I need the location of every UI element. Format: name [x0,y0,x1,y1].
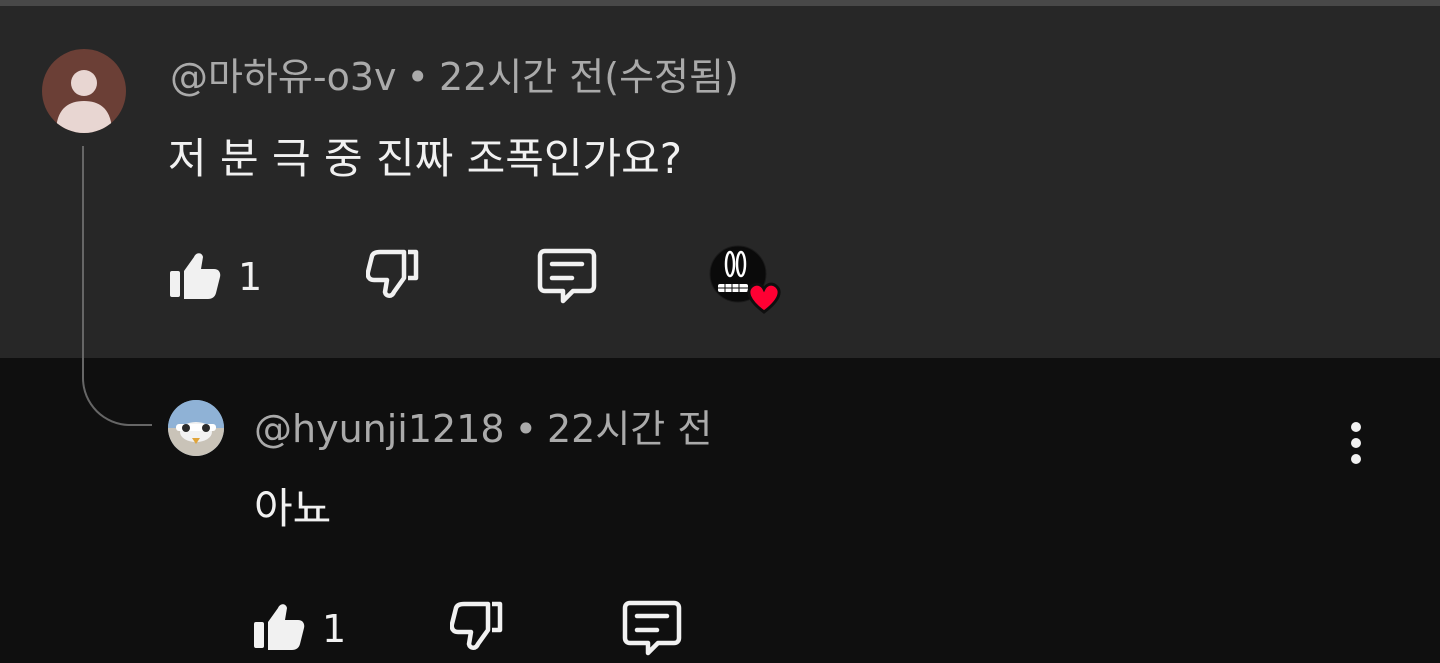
comment-icon[interactable] [537,248,597,304]
reply-comment-text: 아뇨 [254,484,332,533]
thumb-up-icon[interactable] [168,247,222,301]
parent-author-avatar[interactable] [42,49,126,133]
meta-separator: • [514,407,537,451]
reply-author-avatar[interactable] [168,400,224,456]
parent-comment-text: 저 분 극 중 진짜 조폭인가요? [168,134,683,183]
thumb-up-icon[interactable] [252,598,306,652]
default-avatar-icon [56,70,112,133]
parent-author-handle[interactable]: @마하유-o3v [170,55,397,99]
more-vert-icon[interactable] [1336,418,1376,468]
reply-comment-meta: @hyunji1218 • 22시간 전 [254,410,712,448]
creator-heart-badge [709,245,781,314]
parent-like-count: 1 [238,255,263,299]
profile-photo-icon [168,400,224,456]
thumb-down-icon[interactable] [450,600,504,654]
thumb-down-icon[interactable] [366,248,420,302]
reply-comment-time: 22시간 전 [546,407,713,451]
meta-separator: • [406,55,429,99]
reply-thread-connector [82,146,152,426]
reply-author-handle[interactable]: @hyunji1218 [254,407,505,451]
comment-icon[interactable] [622,600,682,656]
parent-comment-time: 22시간 전(수정됨) [438,55,739,99]
reply-like-count: 1 [322,607,347,651]
parent-comment-meta: @마하유-o3v • 22시간 전(수정됨) [170,58,739,96]
